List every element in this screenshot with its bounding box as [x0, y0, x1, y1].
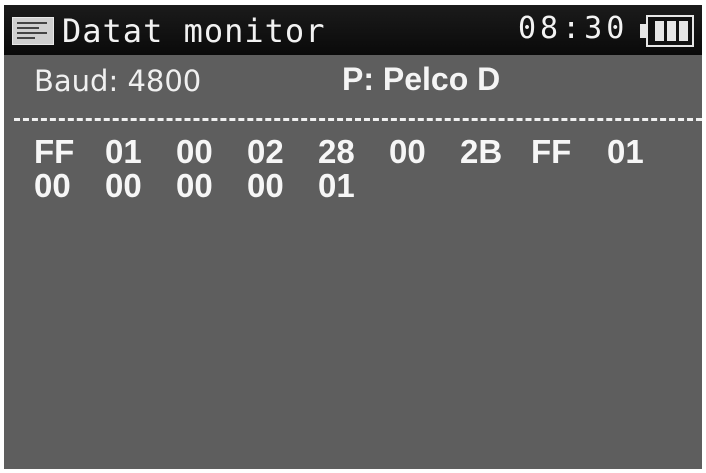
data-line-1: FF 01 00 02 28 00 2B FF 01	[34, 133, 678, 171]
data-byte: 00	[389, 133, 426, 170]
page-title: Datat monitor	[62, 12, 326, 50]
data-line-2: 00 00 00 00 01	[34, 167, 389, 205]
protocol-value: Pelco D	[382, 61, 501, 97]
data-byte: 2B	[460, 133, 503, 170]
baud-label: Baud:	[34, 64, 119, 98]
data-byte: 01	[105, 133, 142, 170]
clock: 08:30	[518, 11, 629, 46]
data-byte: 00	[105, 167, 142, 204]
baud-rate: Baud: 4800	[34, 64, 201, 98]
data-byte: 00	[34, 167, 71, 204]
protocol: P: Pelco D	[342, 61, 500, 98]
data-byte: 02	[247, 133, 284, 170]
data-byte: FF	[531, 133, 572, 170]
data-byte: 00	[247, 167, 284, 204]
divider	[14, 118, 702, 121]
data-byte: 28	[318, 133, 355, 170]
data-monitor-icon	[12, 17, 54, 45]
protocol-label: P:	[342, 61, 374, 97]
data-byte: 01	[318, 167, 355, 204]
device-screen: Datat monitor 08:30 Baud: 4800 P: Pelco …	[4, 5, 702, 469]
data-byte: 01	[607, 133, 644, 170]
baud-value: 4800	[127, 64, 202, 98]
data-byte: FF	[34, 133, 75, 170]
data-byte: 00	[176, 167, 213, 204]
battery-full-icon	[640, 15, 696, 47]
data-byte: 00	[176, 133, 213, 170]
title-bar: Datat monitor 08:30	[4, 5, 702, 55]
